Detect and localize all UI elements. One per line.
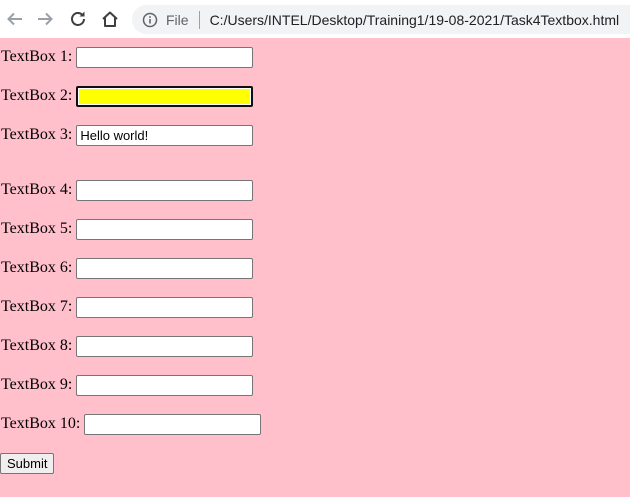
textbox-row-4: TextBox 4:: [1, 179, 254, 201]
textbox-label: TextBox 4:: [1, 181, 73, 198]
arrow-right-icon: [38, 12, 53, 26]
textbox-label: TextBox 7:: [1, 298, 73, 315]
address-bar[interactable]: File C:/Users/INTEL/Desktop/Training1/19…: [132, 5, 630, 34]
textbox-row-6: TextBox 6:: [1, 257, 254, 279]
reload-icon: [71, 11, 85, 26]
textbox-10[interactable]: [84, 413, 262, 435]
textbox-row-8: TextBox 8:: [1, 335, 254, 357]
textbox-row-3: TextBox 3:: [1, 124, 254, 146]
textbox-row-5: TextBox 5:: [1, 218, 254, 240]
browser-toolbar: File C:/Users/INTEL/Desktop/Training1/19…: [0, 0, 630, 38]
textbox-label: TextBox 6:: [1, 259, 73, 276]
reload-button[interactable]: [67, 8, 89, 30]
textbox-row-1: TextBox 1:: [1, 46, 254, 68]
textbox-label: TextBox 3:: [1, 126, 73, 143]
textbox-label: TextBox 10:: [1, 415, 81, 432]
textbox-6[interactable]: [76, 257, 254, 279]
submit-button[interactable]: Submit: [0, 453, 55, 474]
textbox-2[interactable]: [76, 85, 254, 107]
textbox-3[interactable]: [76, 124, 254, 146]
home-icon: [102, 11, 118, 27]
back-button[interactable]: [4, 8, 26, 30]
url-text[interactable]: C:/Users/INTEL/Desktop/Training1/19-08-2…: [210, 12, 620, 28]
textbox-row-2: TextBox 2:: [1, 85, 254, 107]
textbox-label: TextBox 1:: [1, 48, 73, 65]
textbox-7[interactable]: [76, 296, 254, 318]
textbox-label: TextBox 5:: [1, 220, 73, 237]
textbox-5[interactable]: [76, 218, 254, 240]
page-content: TextBox 1: TextBox 2: TextBox 3: TextBox…: [0, 38, 630, 497]
info-icon[interactable]: [142, 12, 158, 28]
textbox-label: TextBox 9:: [1, 376, 73, 393]
textbox-row-7: TextBox 7:: [1, 296, 254, 318]
textbox-label: TextBox 8:: [1, 337, 73, 354]
textbox-8[interactable]: [76, 335, 254, 357]
forward-button[interactable]: [34, 8, 56, 30]
textbox-label: TextBox 2:: [1, 87, 73, 104]
address-separator: [198, 10, 200, 29]
textbox-9[interactable]: [76, 374, 254, 396]
url-scheme-label: File: [166, 11, 189, 28]
home-button[interactable]: [99, 8, 121, 30]
textbox-row-10: TextBox 10:: [1, 413, 262, 435]
textbox-row-9: TextBox 9:: [1, 374, 254, 396]
arrow-left-icon: [7, 12, 22, 26]
textbox-1[interactable]: [76, 46, 254, 68]
textbox-4[interactable]: [76, 179, 254, 201]
